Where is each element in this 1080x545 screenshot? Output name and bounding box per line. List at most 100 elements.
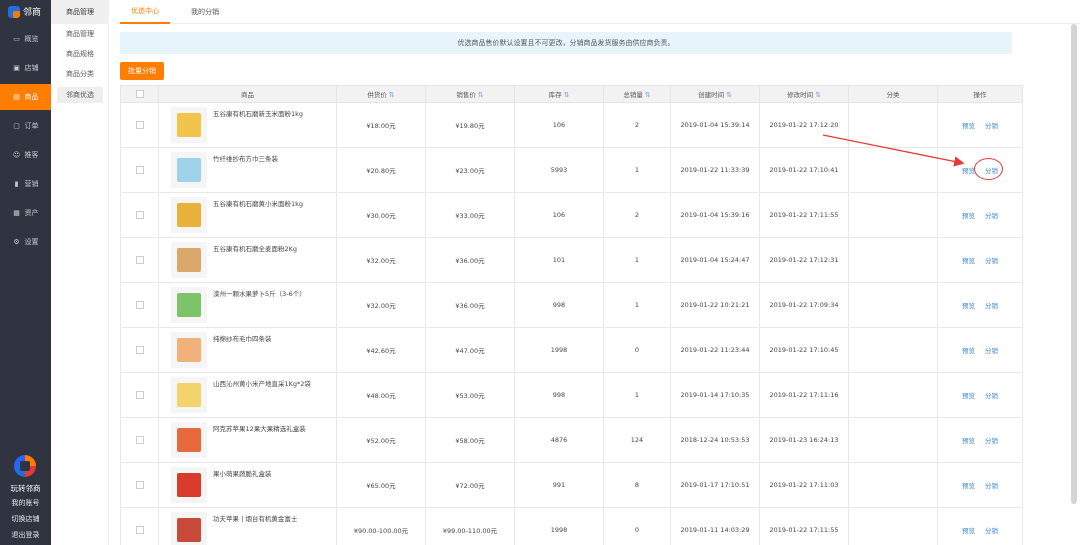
nav-item-store[interactable]: ▣ 店铺 — [0, 55, 51, 81]
row-checkbox[interactable] — [135, 481, 144, 489]
distribute-link[interactable]: 分销 — [985, 482, 998, 490]
product-name[interactable]: 滦州一颗水果萝卜5斤（3-6个） — [213, 287, 306, 299]
vertical-scrollbar[interactable] — [1071, 24, 1077, 504]
product-name[interactable]: 功夫苹果 | 烟台有机黄金富士 — [213, 512, 297, 524]
actions-cell: 预览 分销 — [937, 462, 1023, 508]
sales-cell: 1 — [603, 147, 671, 193]
sort-icon[interactable]: ⇅ — [564, 91, 570, 99]
product-name[interactable]: 竹纤维抄布方巾三条装 — [213, 152, 278, 164]
preview-link[interactable]: 预览 — [962, 122, 975, 130]
row-checkbox[interactable] — [135, 391, 144, 399]
preview-link[interactable]: 预览 — [962, 527, 975, 535]
row-checkbox[interactable] — [135, 346, 144, 354]
product-cell: 阿克苏苹果12果大果精选礼盒装 — [158, 417, 337, 463]
supply-price-cell: ¥52.00元 — [336, 417, 426, 463]
nav-item-overview[interactable]: ▭ 概览 — [0, 26, 51, 52]
product-thumbnail[interactable] — [171, 467, 207, 503]
row-checkbox[interactable] — [135, 211, 144, 219]
created-time-cell: 2019-01-11 14:03:29 — [670, 507, 760, 545]
sort-icon[interactable]: ⇅ — [815, 91, 821, 99]
product-name[interactable]: 阿克苏苹果12果大果精选礼盒装 — [213, 422, 306, 434]
distribute-link[interactable]: 分销 — [985, 257, 998, 265]
sub-item-product-manage[interactable]: 商品管理 — [57, 26, 103, 42]
product-name[interactable]: 五谷康有机石磨新玉米面粉1kg — [213, 107, 303, 119]
preview-link[interactable]: 预览 — [962, 347, 975, 355]
sort-icon[interactable]: ⇅ — [645, 91, 651, 99]
product-name[interactable]: 五谷康有机石磨黄小米面粉1kg — [213, 197, 303, 209]
preview-link[interactable]: 预览 — [962, 392, 975, 400]
table-row: 纯棉纱布毛巾四条装 ¥42.60元 ¥47.00元 1998 0 2019-01-22 1… — [120, 327, 1023, 373]
row-select-cell — [120, 327, 159, 373]
category-cell — [848, 237, 938, 283]
col-header-created[interactable]: 创建时间 ⇅ — [670, 85, 760, 103]
sort-icon[interactable]: ⇅ — [478, 91, 484, 99]
col-header-sales[interactable]: 总销量 ⇅ — [603, 85, 671, 103]
product-name[interactable]: 山西沁州黄小米产地直采1Kg*2袋 — [213, 377, 311, 389]
sub-item-featured[interactable]: 邻商优选 — [57, 87, 103, 103]
sub-item-product-category[interactable]: 商品分类 — [57, 66, 103, 82]
distribute-link[interactable]: 分销 — [985, 437, 998, 445]
switch-store-link[interactable]: 切换店铺 — [0, 514, 51, 524]
col-header-price[interactable]: 销售价 ⇅ — [425, 85, 515, 103]
product-cell: 山西沁州黄小米产地直采1Kg*2袋 — [158, 372, 337, 418]
supply-price-cell: ¥18.00元 — [336, 102, 426, 148]
nav-item-settings[interactable]: ⚙ 设置 — [0, 229, 51, 255]
product-name[interactable]: 果小萌果蔬脆礼盒装 — [213, 467, 272, 479]
row-checkbox[interactable] — [135, 526, 144, 534]
col-header-modified[interactable]: 修改时间 ⇅ — [759, 85, 849, 103]
product-name[interactable]: 纯棉纱布毛巾四条装 — [213, 332, 272, 344]
distribute-link[interactable]: 分销 — [985, 212, 998, 220]
distribute-link[interactable]: 分销 — [985, 392, 998, 400]
nav-label: 订单 — [24, 122, 39, 130]
logout-link[interactable]: 退出登录 — [0, 530, 51, 540]
modified-time-cell: 2019-01-22 17:11:55 — [759, 507, 849, 545]
row-checkbox[interactable] — [135, 436, 144, 444]
row-checkbox[interactable] — [135, 121, 144, 129]
brand-footer-name: 玩转邻商 — [10, 484, 41, 493]
store-icon: ▣ — [13, 64, 20, 72]
distribute-link[interactable]: 分销 — [985, 302, 998, 310]
sub-item-product-spec[interactable]: 商品规格 — [57, 46, 103, 62]
preview-link[interactable]: 预览 — [962, 257, 975, 265]
product-thumbnail[interactable] — [171, 332, 207, 368]
distribute-link[interactable]: 分销 — [985, 347, 998, 355]
preview-link[interactable]: 预览 — [962, 212, 975, 220]
product-thumbnail[interactable] — [171, 242, 207, 278]
col-header-product: 商品 — [158, 85, 337, 103]
nav-item-orders[interactable]: ▢ 订单 — [0, 113, 51, 139]
product-thumbnail[interactable] — [171, 287, 207, 323]
col-header-label: 销售价 — [456, 91, 476, 99]
product-thumbnail[interactable] — [171, 197, 207, 233]
col-header-stock[interactable]: 库存 ⇅ — [514, 85, 604, 103]
tab-featured-center[interactable]: 优选中心 — [120, 0, 170, 24]
my-account-link[interactable]: 我的账号 — [0, 498, 51, 508]
preview-link[interactable]: 预览 — [962, 482, 975, 490]
row-checkbox[interactable] — [135, 301, 144, 309]
row-checkbox[interactable] — [135, 166, 144, 174]
preview-link[interactable]: 预览 — [962, 437, 975, 445]
app-root: 邻商 ▭ 概览 ▣ 店铺 ▤ 商品 ▢ 订单 ☺ 推客 ▮ 营销 ▦ 资产 ⚙ … — [0, 0, 1080, 545]
nav-item-promoters[interactable]: ☺ 推客 — [0, 142, 51, 168]
distribute-link[interactable]: 分销 — [985, 122, 998, 130]
product-info: 五谷康有机石磨黄小米面粉1kg — [159, 193, 336, 237]
nav-item-assets[interactable]: ▦ 资产 — [0, 200, 51, 226]
tab-my-distribution[interactable]: 我的分销 — [180, 0, 230, 24]
preview-link[interactable]: 预览 — [962, 302, 975, 310]
product-thumbnail[interactable] — [171, 422, 207, 458]
select-all-checkbox[interactable] — [135, 90, 144, 98]
nav-item-marketing[interactable]: ▮ 营销 — [0, 171, 51, 197]
product-thumbnail[interactable] — [171, 152, 207, 188]
distribute-link[interactable]: 分销 — [985, 527, 998, 535]
product-thumbnail[interactable] — [171, 377, 207, 413]
sort-icon[interactable]: ⇅ — [389, 91, 395, 99]
product-cell: 果小萌果蔬脆礼盒装 — [158, 462, 337, 508]
app-logo[interactable]: 邻商 — [8, 5, 41, 18]
nav-item-products[interactable]: ▤ 商品 — [0, 84, 51, 110]
product-thumbnail[interactable] — [171, 107, 207, 143]
product-thumbnail[interactable] — [171, 512, 207, 545]
row-checkbox[interactable] — [135, 256, 144, 264]
batch-distribute-button[interactable]: 批量分销 — [120, 62, 164, 80]
sort-icon[interactable]: ⇅ — [726, 91, 732, 99]
product-name[interactable]: 五谷康有机石磨全麦面粉2Kg — [213, 242, 297, 254]
col-header-supply[interactable]: 供货价 ⇅ — [336, 85, 426, 103]
